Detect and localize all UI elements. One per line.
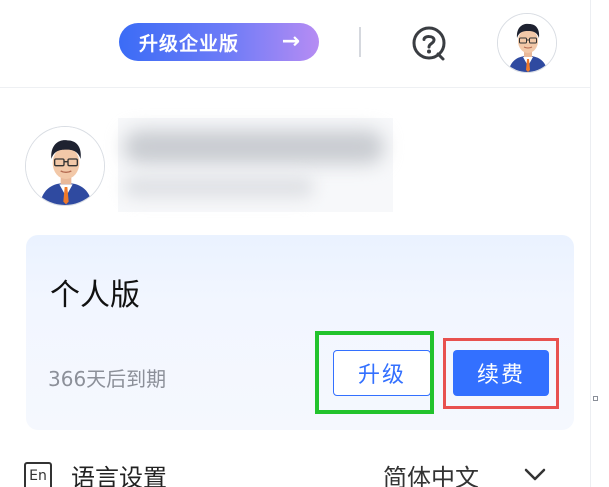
question-circle-icon[interactable] (410, 24, 448, 62)
plan-expiry: 366天后到期 (48, 367, 167, 391)
highlight-box-upgrade (315, 331, 434, 414)
user-avatar[interactable] (497, 13, 557, 73)
language-settings-label[interactable]: 语言设置 (71, 458, 167, 487)
redacted-user-name (124, 130, 384, 164)
redacted-user-email (124, 176, 314, 198)
arrow-right-icon: → (281, 29, 301, 54)
divider (359, 27, 361, 57)
chevron-down-icon[interactable] (524, 468, 546, 482)
window-edge (590, 0, 609, 487)
resize-handle[interactable] (593, 396, 598, 401)
upgrade-enterprise-label: 升级企业版 (139, 32, 240, 55)
top-bar: 升级企业版 → (0, 0, 590, 88)
account-panel: 升级企业版 → 个人版 366天后到期 升级 续费 En 语言设置 简体中文 (0, 0, 590, 487)
profile-avatar (25, 126, 105, 206)
language-select-value[interactable]: 简体中文 (383, 458, 479, 487)
highlight-box-renew (443, 338, 559, 409)
language-icon: En (24, 462, 52, 487)
avatar-illustration (498, 14, 556, 72)
avatar-illustration (26, 127, 104, 205)
upgrade-enterprise-button[interactable]: 升级企业版 → (119, 23, 319, 61)
plan-name: 个人版 (50, 278, 140, 313)
